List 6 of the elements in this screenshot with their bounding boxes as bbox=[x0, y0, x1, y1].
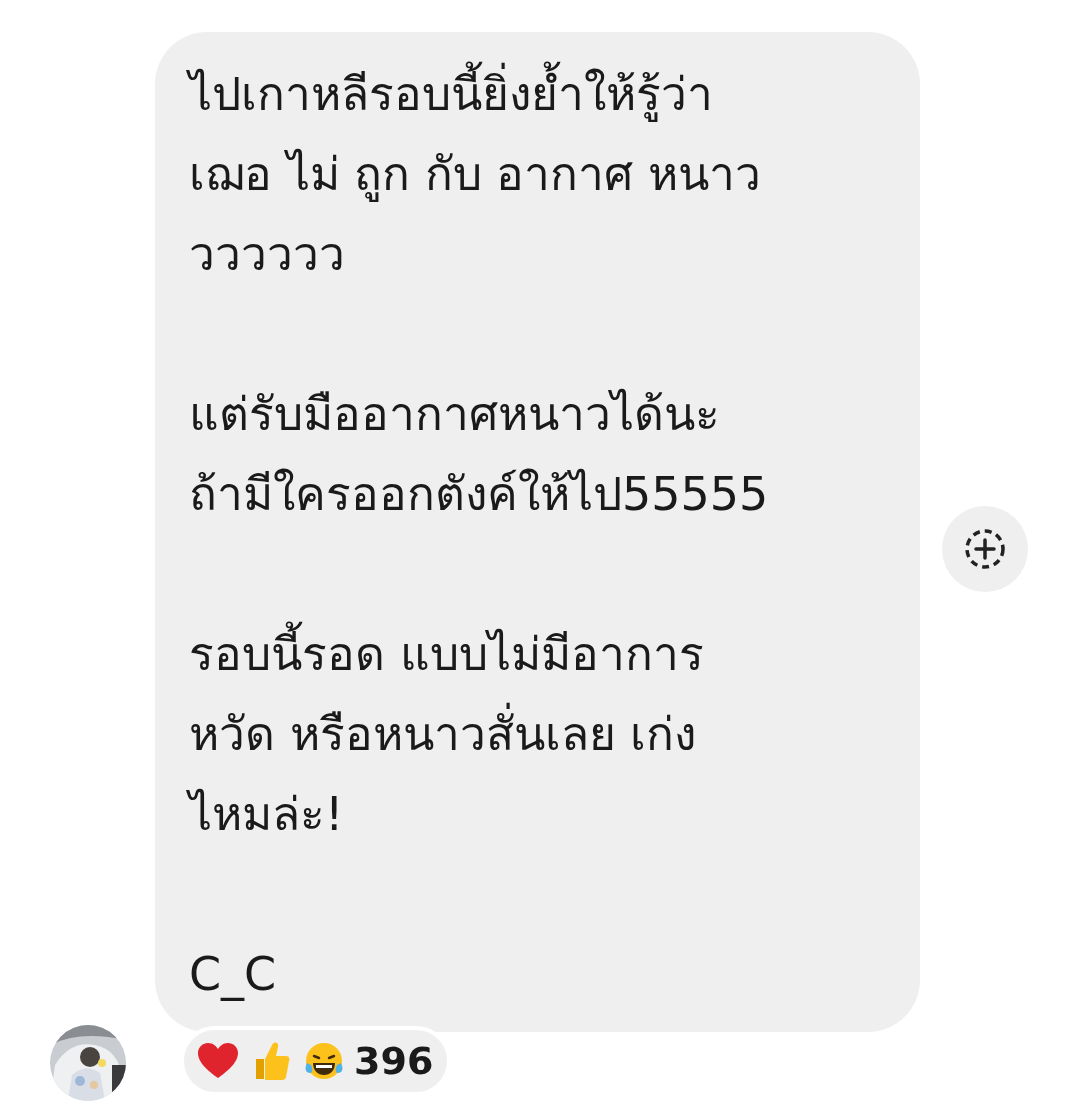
dashed-plus-circle-icon bbox=[963, 527, 1007, 571]
heart-icon bbox=[198, 1043, 238, 1079]
message-text: แต่รับมืออากาศหนาวได้นะ ถ้ามีใครออกตังค์ให้ไป55555 bbox=[189, 386, 770, 523]
message-text: C_C bbox=[189, 946, 278, 1003]
reaction-count: 396 bbox=[354, 1037, 434, 1085]
laughing-face-icon bbox=[304, 1041, 344, 1081]
